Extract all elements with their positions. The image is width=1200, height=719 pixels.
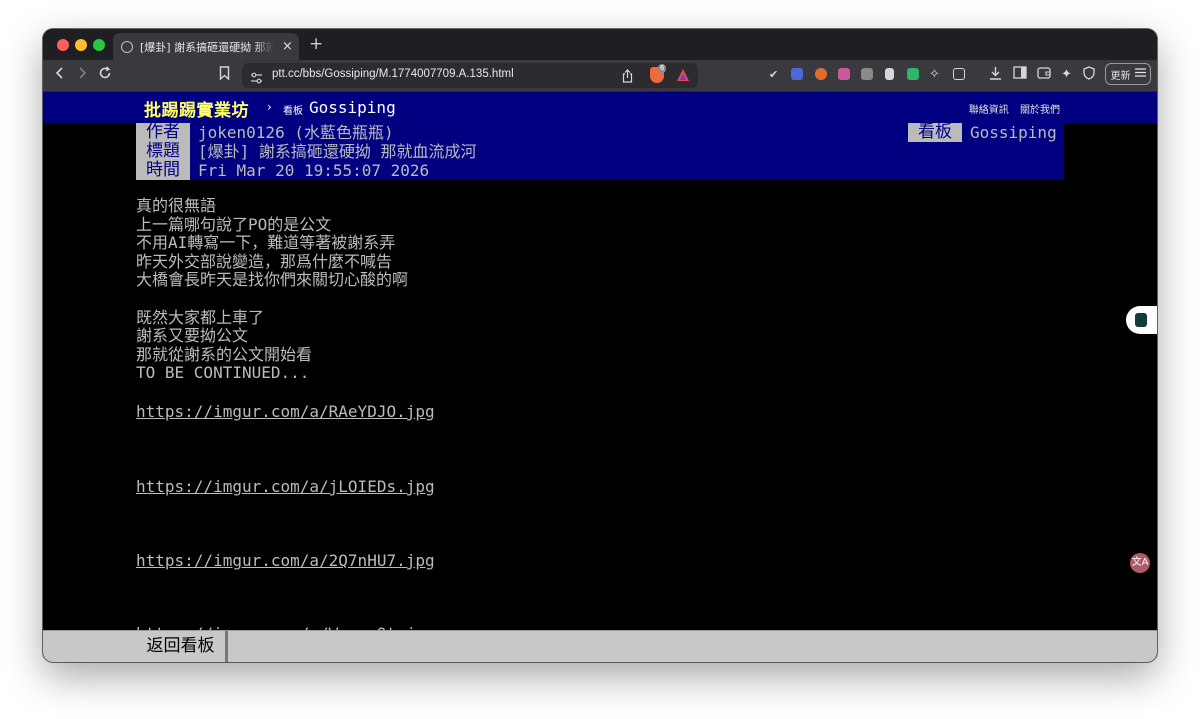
body-line: 真的很無語 [136,196,217,215]
time-tag: 時間 [136,161,190,180]
back-arrow-icon[interactable] [55,66,65,85]
update-button[interactable]: 更新 [1105,63,1151,85]
image-link[interactable]: https://imgur.com/a/RAeYDJO.jpg [136,402,435,421]
tab-title: [爆卦] 謝系搞砸還硬拗 那就血流成河 [140,40,274,54]
page-viewport: 批踢踢實業坊 › 看板 Gossiping 聯絡資訊 關於我們 作者 joken… [43,92,1157,662]
browser-tab[interactable]: [爆卦] 謝系搞砸還硬拗 那就血流成河 × [113,33,299,60]
puzzle-icon[interactable]: ✧ [929,66,940,84]
address-bar[interactable]: ptt.cc/bbs/Gossiping/M.1774007709.A.135.… [242,63,698,88]
extension-window-icon[interactable] [953,68,965,80]
vpn-shield-icon[interactable] [1083,66,1095,85]
checkmark-icon[interactable]: ✔ [769,66,778,84]
body-line: 既然大家都上車了 [136,307,265,327]
url-text[interactable]: ptt.cc/bbs/Gossiping/M.1774007709.A.135.… [272,68,514,80]
reload-icon[interactable] [98,66,112,85]
new-tab-button[interactable]: + [309,34,323,54]
author-value: joken0126 (水藍色瓶瓶) [198,123,394,142]
body-line: TO BE CONTINUED... [136,363,310,383]
body-line: 上一篇哪句說了PO的是公文 [136,214,332,234]
body-line [136,290,408,309]
body-line: 那就從謝系的公文開始看 [136,344,313,364]
translate-icon[interactable]: 文A [1130,553,1150,573]
author-row: 作者 joken0126 (水藍色瓶瓶) 看板 Gossiping [136,123,1064,142]
body-line: 大橋會長昨天是找你們來關切心酸的啊 [136,270,409,290]
title-row: 標題 [爆卦] 謝系搞砸還硬拗 那就血流成河 [136,142,1064,161]
extension-logo-icon [1135,313,1147,327]
author-tag: 作者 [136,123,190,142]
extension-document-icon[interactable] [885,68,894,80]
image-link[interactable]: https://imgur.com/a/2Q7nHU7.jpg [136,551,435,570]
breadcrumb-separator: › [267,100,272,114]
update-button-label: 更新 [1110,70,1131,82]
tab-close-button[interactable]: × [282,39,293,54]
extension-p-icon[interactable] [907,68,919,80]
body-line: 昨天外交部說變造，那爲什麼不喊告 [136,251,393,271]
brave-rewards-icon[interactable] [676,67,690,86]
about-link[interactable]: 關於我們 [1020,105,1060,116]
tab-bar: [爆卦] 謝系搞砸還硬拗 那就血流成河 × + [43,29,1157,60]
header-links: 聯絡資訊 關於我們 [961,101,1060,116]
menu-icon [1134,68,1146,80]
floating-extension-button[interactable] [1126,306,1157,334]
breadcrumb-board-label: 看板 [283,106,303,117]
forward-arrow-icon[interactable] [77,66,87,85]
close-window-button[interactable] [57,39,69,51]
minimize-window-button[interactable] [75,39,87,51]
ai-sparkle-icon[interactable]: ✦ [1061,66,1072,84]
extension-calendar-icon[interactable] [791,68,803,80]
board-value: Gossiping [970,123,1057,142]
sidebar-icon[interactable] [1013,66,1027,84]
share-icon[interactable] [622,68,633,87]
browser-toolbar: ptt.cc/bbs/Gossiping/M.1774007709.A.135.… [43,60,1157,92]
site-header: 批踢踢實業坊 › 看板 Gossiping 聯絡資訊 關於我們 [43,92,1157,123]
site-settings-icon[interactable] [250,69,263,88]
time-row: 時間 Fri Mar 20 19:55:07 2026 [136,161,1064,180]
title-value: [爆卦] 謝系搞砸還硬拗 那就血流成河 [198,142,477,161]
extension-translate-icon[interactable] [838,68,850,80]
zoom-window-button[interactable] [93,39,105,51]
wallet-icon[interactable] [1037,66,1051,84]
download-icon[interactable] [989,66,1002,85]
time-value: Fri Mar 20 19:55:07 2026 [198,161,430,180]
body-line: 不用AI轉寫一下，難道等著被謝系弄 [136,233,396,253]
extension-fox-icon[interactable] [815,68,827,80]
site-logo-link[interactable]: 批踢踢實業坊 [144,96,249,121]
bottom-bar: 返回看板 [43,630,1157,662]
board-tag: 看板 [908,123,962,142]
globe-icon [121,40,133,53]
bookmark-icon[interactable] [219,66,230,85]
title-tag: 標題 [136,142,190,161]
breadcrumb-board-link[interactable]: Gossiping [309,98,396,117]
back-to-board-button[interactable]: 返回看板 [136,631,228,662]
shields-badge: 6 [658,64,667,73]
article-body: 真的很無語 上一篇哪句說了PO的是公文 不用AI轉寫一下，難道等著被謝系弄 昨天… [136,196,409,383]
body-line: 謝系又要拗公文 [136,326,249,346]
extension-camera-icon[interactable] [861,68,873,80]
contact-link[interactable]: 聯絡資訊 [969,105,1009,116]
image-link[interactable]: https://imgur.com/a/jLOIEDs.jpg [136,477,435,496]
browser-window: [爆卦] 謝系搞砸還硬拗 那就血流成河 × + ptt.cc/bbs/Gossi… [43,29,1157,662]
